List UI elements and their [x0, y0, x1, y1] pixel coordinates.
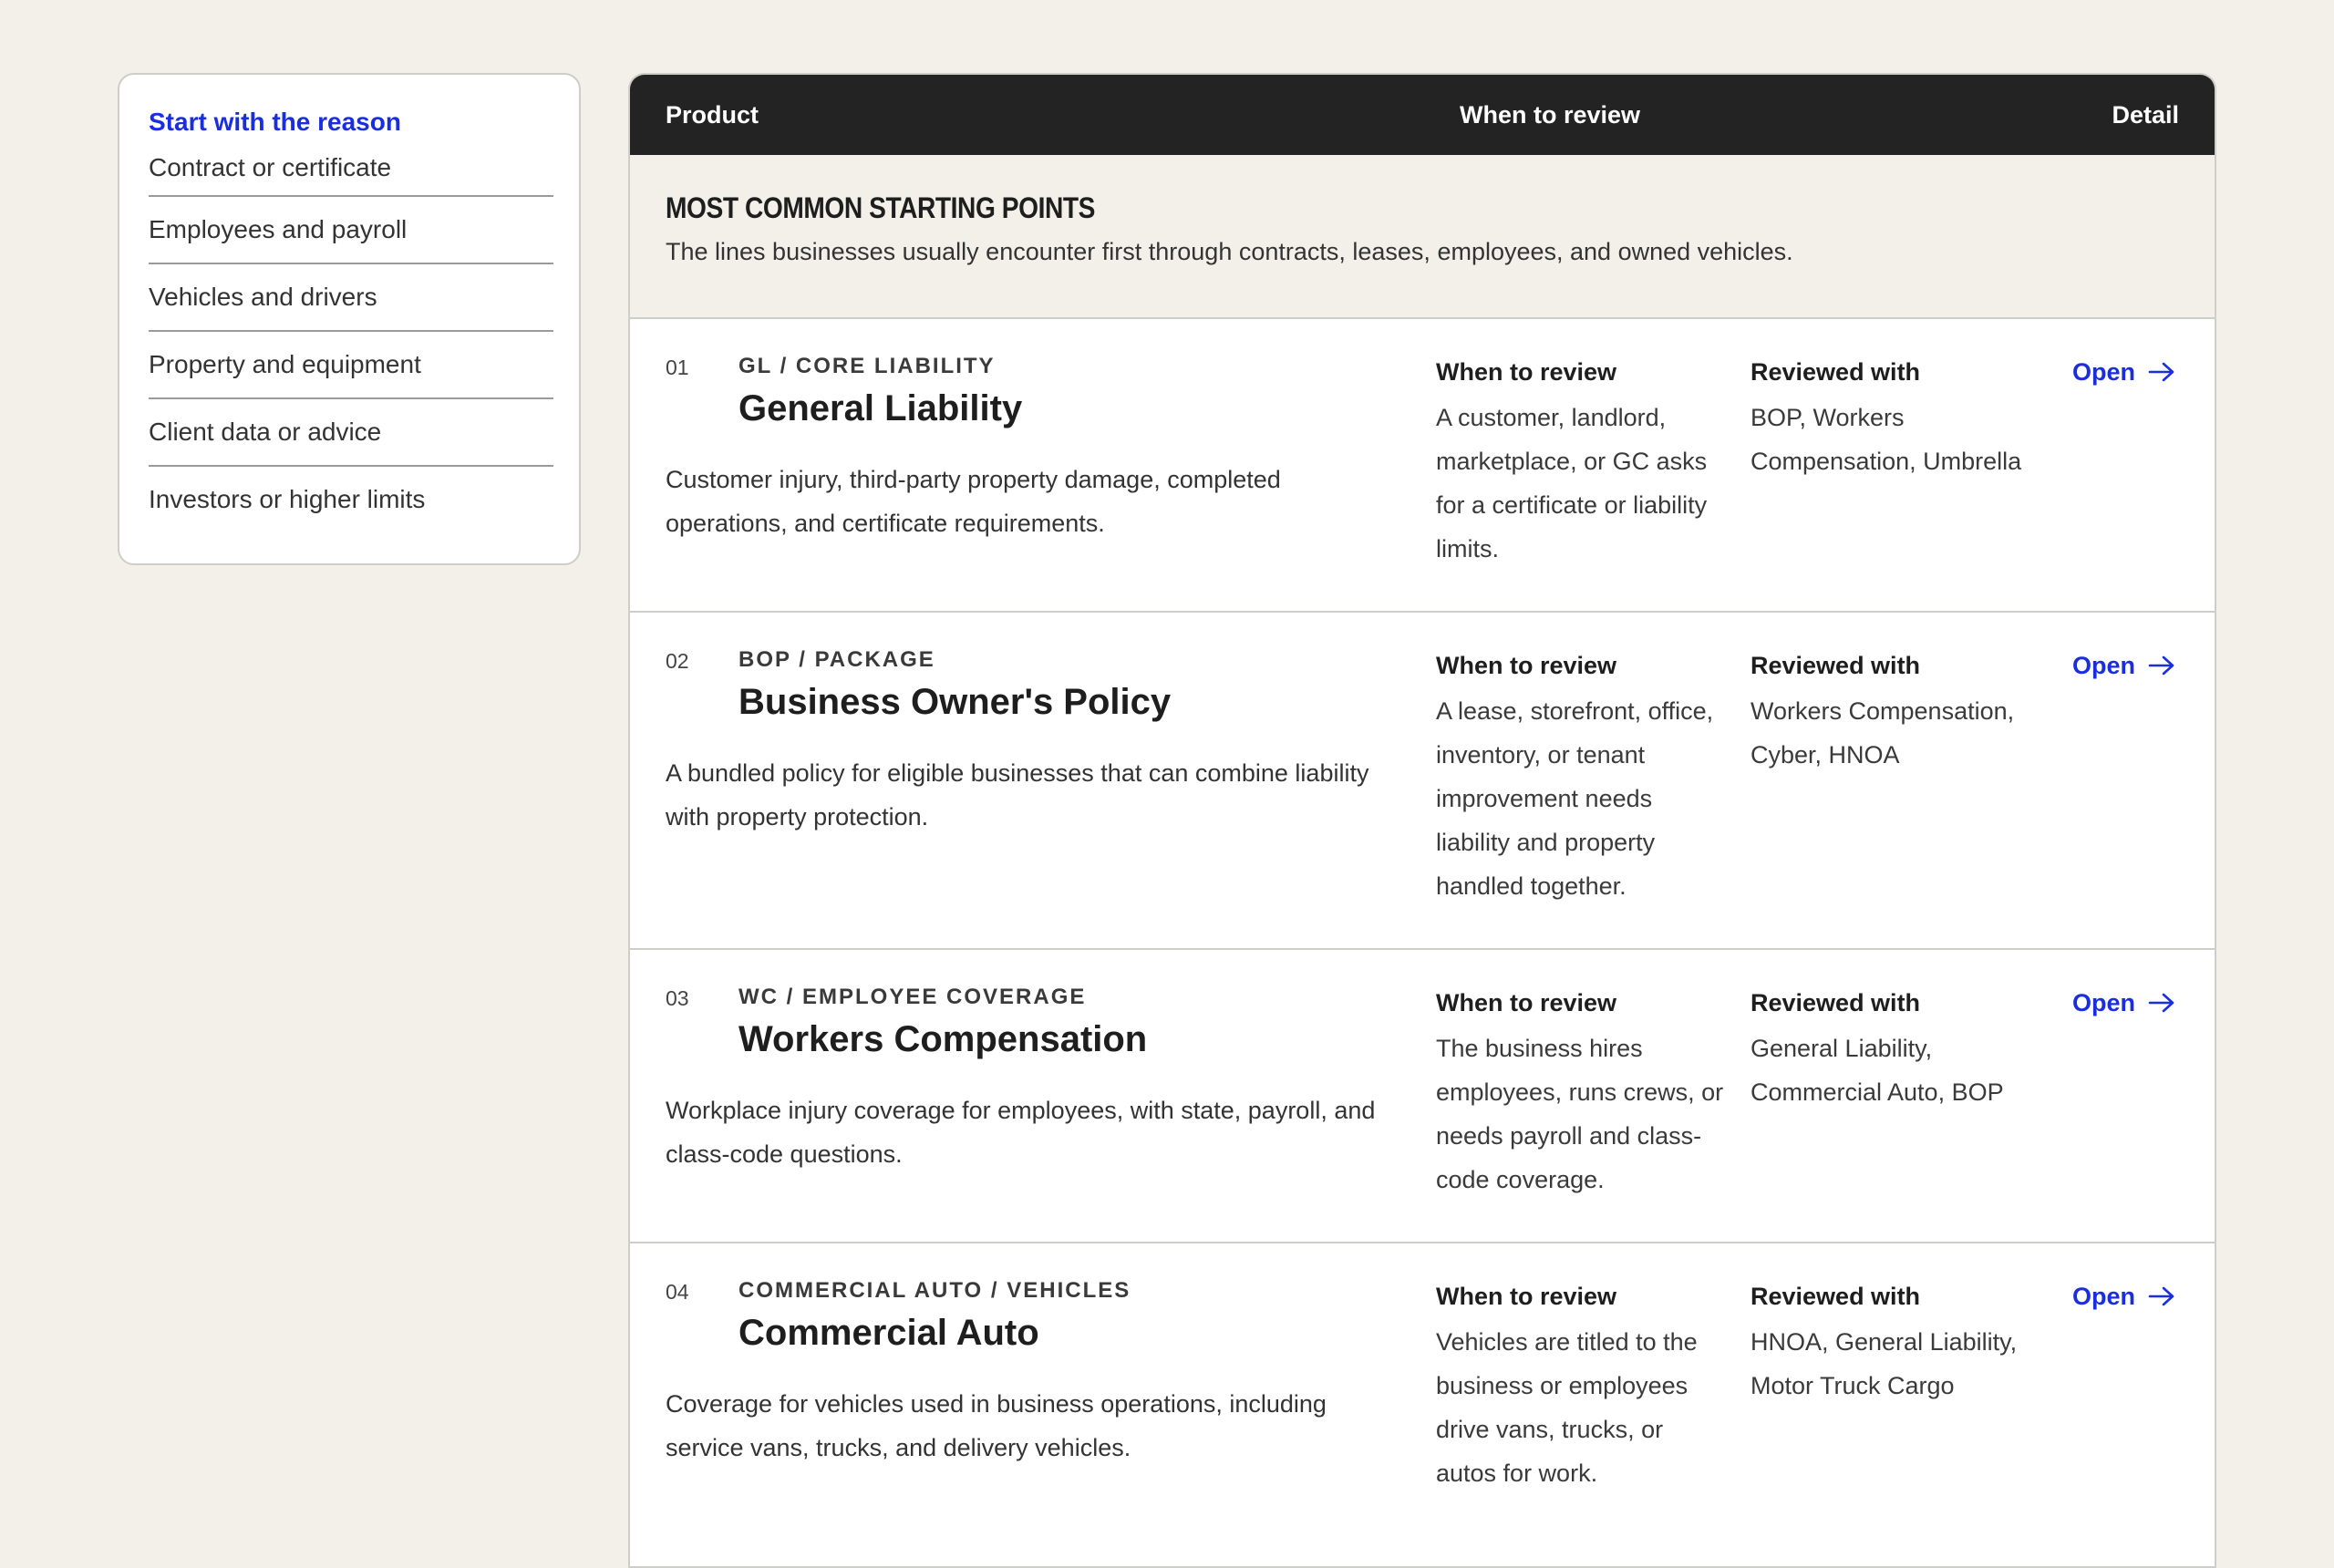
row-title: Workers Compensation [738, 1019, 1148, 1059]
row-description: Workplace injury coverage for employees,… [666, 1097, 1376, 1168]
open-link[interactable]: Open [2072, 985, 2175, 1021]
section-intro: MOST COMMON STARTING POINTS The lines bu… [630, 155, 2215, 319]
sidebar-item-vehicles[interactable]: Vehicles and drivers [149, 264, 553, 332]
reviewed-with-text: General Liability, Commercial Auto, BOP [1750, 1035, 2004, 1106]
product-table: Product When to review Detail MOST COMMO… [628, 73, 2216, 1568]
open-link-label[interactable]: Open [2072, 354, 2135, 390]
when-to-review-text: The business hires employees, runs crews… [1436, 1035, 1724, 1193]
row-number: 03 [666, 986, 689, 1010]
table-row: 04 COMMERCIAL AUTO / VEHICLES Commercial… [630, 1243, 2215, 1553]
row-number: 02 [666, 649, 689, 673]
arrow-right-icon[interactable] [2148, 1286, 2175, 1306]
section-description: The lines businesses usually encounter f… [666, 238, 1793, 265]
header-product: Product [666, 101, 759, 129]
sidebar-list: Contract or certificate Employees and pa… [149, 142, 553, 534]
table-row: 01 GL / CORE LIABILITY General Liability… [630, 319, 2215, 613]
when-to-review-column: When to review Vehicles are titled to th… [1436, 1278, 1728, 1495]
open-link-label[interactable]: Open [2072, 1278, 2135, 1315]
reviewed-with-text: Workers Compensation, Cyber, HNOA [1750, 697, 2015, 769]
section-title: MOST COMMON STARTING POINTS [666, 191, 1095, 224]
row-eyebrow: WC / EMPLOYEE COVERAGE [738, 985, 1087, 1009]
row-description: Coverage for vehicles used in business o… [666, 1390, 1327, 1461]
open-link[interactable]: Open [2072, 1278, 2175, 1315]
when-to-review-text: Vehicles are titled to the business or e… [1436, 1328, 1698, 1487]
when-to-review-text: A lease, storefront, office, inventory, … [1436, 697, 1714, 900]
row-description: A bundled policy for eligible businesses… [666, 759, 1369, 830]
reviewed-with-label: Reviewed with [1750, 358, 1921, 386]
when-to-review-label: When to review [1436, 358, 1617, 386]
reviewed-with-label: Reviewed with [1750, 989, 1921, 1016]
sidebar-item-investors[interactable]: Investors or higher limits [149, 467, 553, 534]
arrow-right-icon[interactable] [2148, 655, 2175, 676]
sidebar-item-property[interactable]: Property and equipment [149, 332, 553, 399]
sidebar-item-client-data[interactable]: Client data or advice [149, 399, 553, 467]
table-row: 02 BOP / PACKAGE Business Owner's Policy… [630, 613, 2215, 950]
row-number: 04 [666, 1280, 689, 1304]
row-title: Business Owner's Policy [738, 682, 1172, 722]
reviewed-with-column: Reviewed with Workers Compensation, Cybe… [1750, 647, 2051, 777]
reviewed-with-column: Reviewed with BOP, Workers Compensation,… [1750, 354, 2051, 483]
when-to-review-label: When to review [1436, 1283, 1617, 1310]
row-description: Customer injury, third-party property da… [666, 466, 1281, 537]
when-to-review-column: When to review A lease, storefront, offi… [1436, 647, 1728, 908]
row-title: General Liability [738, 388, 1023, 428]
open-link[interactable]: Open [2072, 354, 2175, 390]
when-to-review-column: When to review The business hires employ… [1436, 985, 1728, 1202]
when-to-review-column: When to review A customer, landlord, mar… [1436, 354, 1728, 571]
open-link-label[interactable]: Open [2072, 647, 2135, 684]
row-eyebrow: BOP / PACKAGE [738, 647, 935, 672]
reviewed-with-label: Reviewed with [1750, 1283, 1921, 1310]
sidebar-nav: Start with the reason Contract or certif… [118, 73, 581, 565]
arrow-right-icon[interactable] [2148, 993, 2175, 1013]
sidebar-heading[interactable]: Start with the reason [149, 102, 550, 142]
reviewed-with-column: Reviewed with General Liability, Commerc… [1750, 985, 2051, 1114]
header-detail: Detail [2112, 101, 2179, 129]
sidebar-item-contract[interactable]: Contract or certificate [149, 142, 553, 197]
table-row: 03 WC / EMPLOYEE COVERAGE Workers Compen… [630, 950, 2215, 1243]
reviewed-with-column: Reviewed with HNOA, General Liability, M… [1750, 1278, 2051, 1408]
row-eyebrow: GL / CORE LIABILITY [738, 354, 996, 378]
row-number: 01 [666, 356, 689, 379]
open-link-label[interactable]: Open [2072, 985, 2135, 1021]
when-to-review-label: When to review [1436, 652, 1617, 679]
row-eyebrow: COMMERCIAL AUTO / VEHICLES [738, 1278, 1131, 1303]
when-to-review-label: When to review [1436, 989, 1617, 1016]
reviewed-with-label: Reviewed with [1750, 652, 1921, 679]
row-title: Commercial Auto [738, 1313, 1039, 1353]
open-link[interactable]: Open [2072, 647, 2175, 684]
header-when-to-review: When to review [1460, 101, 1641, 129]
arrow-right-icon[interactable] [2148, 362, 2175, 382]
reviewed-with-text: HNOA, General Liability, Motor Truck Car… [1750, 1328, 2018, 1399]
reviewed-with-text: BOP, Workers Compensation, Umbrella [1750, 404, 2022, 475]
table-header: Product When to review Detail [630, 75, 2215, 155]
sidebar-item-employees[interactable]: Employees and payroll [149, 197, 553, 264]
when-to-review-text: A customer, landlord, marketplace, or GC… [1436, 404, 1708, 562]
